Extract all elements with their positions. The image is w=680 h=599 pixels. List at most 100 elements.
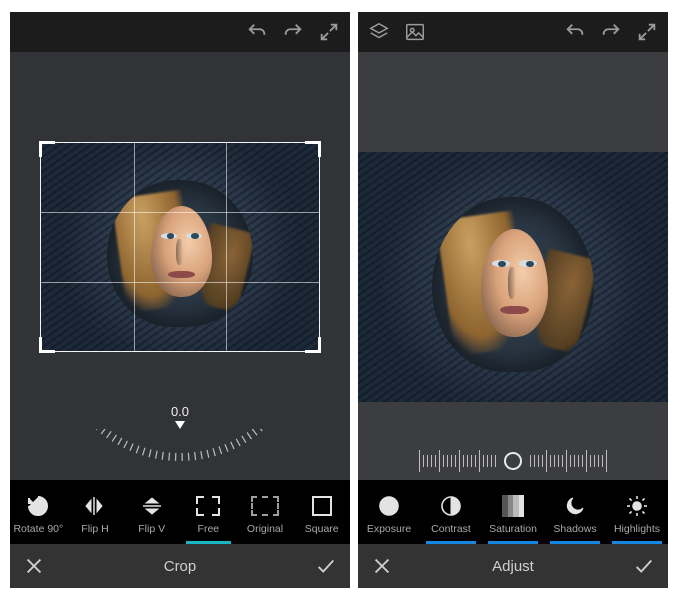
slider-tick <box>427 455 428 467</box>
slider-tick <box>451 455 452 467</box>
flip-v-icon <box>140 493 164 519</box>
expand-icon[interactable] <box>316 19 342 45</box>
slider-tick <box>538 455 539 467</box>
image-icon[interactable] <box>402 19 428 45</box>
cancel-button[interactable] <box>10 555 58 577</box>
slider-tick <box>530 455 531 467</box>
mode-title: Crop <box>58 558 302 575</box>
tool-label: Square <box>305 523 339 535</box>
cancel-button[interactable] <box>358 555 406 577</box>
tool-label: Saturation <box>489 523 537 535</box>
confirm-button[interactable] <box>302 555 350 577</box>
slider-tick <box>431 455 432 467</box>
crop-original-button[interactable]: Original <box>237 480 294 544</box>
slider-tick <box>594 455 595 467</box>
crop-handle-bl[interactable] <box>39 337 55 353</box>
bottom-bar: Crop <box>10 544 350 588</box>
contrast-icon <box>439 493 463 519</box>
adjust-slider[interactable] <box>358 450 668 472</box>
bottom-bar: Adjust <box>358 544 668 588</box>
crop-handle-tr[interactable] <box>305 141 321 157</box>
expand-icon[interactable] <box>634 19 660 45</box>
slider-tick <box>419 450 420 472</box>
exposure-button[interactable]: Exposure <box>358 480 420 544</box>
adjust-tool-row: Exposure Contrast Saturation <box>358 480 668 544</box>
slider-tick <box>459 450 460 472</box>
tool-label: Original <box>247 523 283 535</box>
crop-screen: 0.0 Rotate 90° <box>10 12 350 588</box>
slider-tick <box>435 455 436 467</box>
slider-tick <box>578 455 579 467</box>
top-toolbar <box>10 12 350 52</box>
slider-tick <box>495 455 496 467</box>
photo-preview <box>358 152 668 402</box>
adjust-canvas[interactable] <box>358 52 668 480</box>
redo-icon[interactable] <box>280 19 306 45</box>
slider-tick <box>574 455 575 467</box>
rotation-dial[interactable]: 0.0 <box>60 404 300 474</box>
slider-tick <box>590 455 591 467</box>
dial-pointer-icon <box>175 421 185 429</box>
tool-label: Rotate 90° <box>13 523 63 535</box>
crop-square-button[interactable]: Square <box>293 480 350 544</box>
slider-tick <box>483 455 484 467</box>
crop-frame[interactable] <box>40 142 320 352</box>
contrast-button[interactable]: Contrast <box>420 480 482 544</box>
redo-icon[interactable] <box>598 19 624 45</box>
crop-handle-tl[interactable] <box>39 141 55 157</box>
slider-tick <box>471 455 472 467</box>
tool-label: Exposure <box>367 523 411 535</box>
top-toolbar <box>358 12 668 52</box>
slider-tick <box>463 455 464 467</box>
confirm-button[interactable] <box>620 555 668 577</box>
slider-tick <box>542 455 543 467</box>
rotate-90-button[interactable]: Rotate 90° <box>10 480 67 544</box>
layers-icon[interactable] <box>366 19 392 45</box>
slider-tick <box>447 455 448 467</box>
flip-v-button[interactable]: Flip V <box>123 480 180 544</box>
slider-tick <box>582 455 583 467</box>
aperture-icon <box>377 493 401 519</box>
tool-label: Free <box>198 523 220 535</box>
square-ratio-icon <box>312 493 332 519</box>
saturation-button[interactable]: Saturation <box>482 480 544 544</box>
slider-tick <box>598 455 599 467</box>
dial-ticks[interactable] <box>60 429 300 473</box>
crop-free-button[interactable]: Free <box>180 480 237 544</box>
tool-label: Flip V <box>138 523 165 535</box>
undo-icon[interactable] <box>244 19 270 45</box>
slider-tick <box>554 455 555 467</box>
slider-tick <box>455 455 456 467</box>
slider-tick <box>562 455 563 467</box>
slider-tick <box>558 455 559 467</box>
flip-h-button[interactable]: Flip H <box>67 480 124 544</box>
rotation-value: 0.0 <box>171 404 189 419</box>
adjust-screen: Exposure Contrast Saturation <box>358 12 668 588</box>
slider-tick <box>586 450 587 472</box>
tool-label: Highlights <box>614 523 660 535</box>
slider-tick <box>534 455 535 467</box>
tool-label: Shadows <box>553 523 596 535</box>
slider-tick <box>550 455 551 467</box>
sun-icon <box>625 493 649 519</box>
shadows-button[interactable]: Shadows <box>544 480 606 544</box>
slider-tick <box>606 450 607 472</box>
moon-icon <box>563 493 587 519</box>
undo-icon[interactable] <box>562 19 588 45</box>
original-ratio-icon <box>251 493 279 519</box>
slider-thumb[interactable] <box>504 452 522 470</box>
tool-label: Contrast <box>431 523 471 535</box>
slider-tick <box>487 455 488 467</box>
slider-tick <box>467 455 468 467</box>
slider-tick <box>475 455 476 467</box>
crop-canvas[interactable]: 0.0 <box>10 52 350 480</box>
slider-tick <box>546 450 547 472</box>
highlights-button[interactable]: Highlights <box>606 480 668 544</box>
slider-tick <box>439 450 440 472</box>
slider-tick <box>479 450 480 472</box>
saturation-icon <box>502 493 524 519</box>
crop-handle-br[interactable] <box>305 337 321 353</box>
slider-tick <box>423 455 424 467</box>
crop-tool-row: Rotate 90° Flip H Flip V <box>10 480 350 544</box>
slider-tick <box>602 455 603 467</box>
